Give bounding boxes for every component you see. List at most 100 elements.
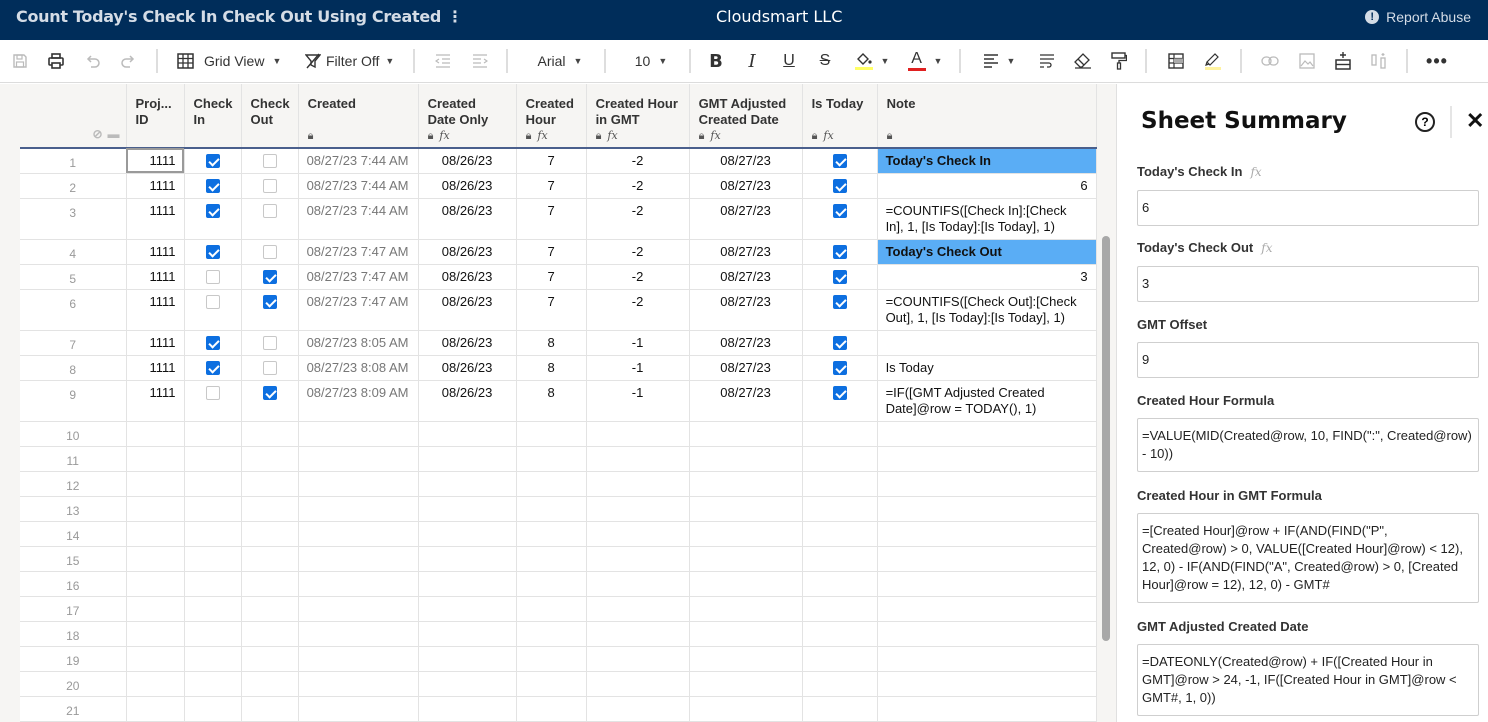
fill-color-button[interactable]: ▼	[850, 40, 894, 82]
empty-cell[interactable]	[877, 471, 1097, 497]
empty-cell[interactable]	[802, 696, 878, 722]
unchecked-checkbox[interactable]	[262, 335, 277, 350]
empty-cell[interactable]	[418, 621, 517, 647]
unchecked-checkbox[interactable]	[262, 154, 277, 168]
empty-cell[interactable]	[586, 446, 690, 472]
cell-note[interactable]: Is Today	[877, 355, 1097, 381]
empty-cell[interactable]	[184, 596, 242, 622]
empty-cell[interactable]	[126, 671, 185, 697]
column-header-created-hour[interactable]: Created Hour 🔒︎ fx	[516, 84, 587, 148]
empty-cell[interactable]	[241, 696, 299, 722]
empty-cell[interactable]	[802, 521, 878, 547]
cell-created-date-only[interactable]: 08/26/23	[418, 380, 517, 422]
cell-note[interactable]: =COUNTIFS([Check In]:[Check In], 1, [Is …	[877, 198, 1097, 240]
checked-checkbox[interactable]	[832, 335, 847, 350]
empty-cell[interactable]	[877, 421, 1097, 447]
cell-check-out[interactable]	[241, 264, 299, 290]
empty-cell[interactable]	[418, 546, 517, 572]
cell-gmt-adjusted-date[interactable]: 08/27/23	[689, 198, 803, 240]
cell-created[interactable]: 08/27/23 7:44 AM	[298, 173, 419, 199]
cell-proj-id[interactable]: 1111	[126, 173, 185, 199]
empty-cell[interactable]	[241, 646, 299, 672]
cell-created-date-only[interactable]: 08/26/23	[418, 148, 517, 174]
empty-cell[interactable]	[241, 496, 299, 522]
checked-checkbox[interactable]	[205, 360, 220, 375]
unchecked-checkbox[interactable]	[205, 269, 220, 284]
empty-cell[interactable]	[184, 546, 242, 572]
empty-cell[interactable]	[877, 621, 1097, 647]
underline-button[interactable]: U	[779, 40, 799, 82]
undo-button[interactable]	[82, 40, 104, 82]
empty-cell[interactable]	[877, 521, 1097, 547]
cell-check-out[interactable]	[241, 239, 299, 265]
cell-note[interactable]: Today's Check Out	[877, 239, 1097, 265]
empty-cell[interactable]	[802, 546, 878, 572]
empty-cell[interactable]	[516, 671, 587, 697]
cell-check-out[interactable]	[241, 173, 299, 199]
cell-check-in[interactable]	[184, 289, 242, 331]
empty-cell[interactable]	[418, 471, 517, 497]
insert-row-button[interactable]	[1333, 40, 1353, 82]
cell-proj-id[interactable]: 1111	[126, 198, 185, 240]
empty-cell[interactable]	[418, 496, 517, 522]
empty-cell[interactable]	[126, 571, 185, 597]
empty-cell[interactable]	[802, 671, 878, 697]
summary-field-value[interactable]: =[Created Hour]@row + IF(AND(FIND("P", C…	[1137, 513, 1479, 603]
checked-checkbox[interactable]	[832, 269, 847, 284]
empty-cell[interactable]	[298, 671, 419, 697]
cell-proj-id[interactable]: 1111	[126, 239, 185, 265]
cell-created-hour[interactable]: 7	[516, 173, 587, 199]
cell-check-in[interactable]	[184, 198, 242, 240]
unchecked-checkbox[interactable]	[262, 360, 277, 375]
empty-cell[interactable]	[689, 671, 803, 697]
checked-checkbox[interactable]	[832, 244, 847, 259]
cell-created-hour[interactable]: 7	[516, 264, 587, 290]
empty-cell[interactable]	[802, 471, 878, 497]
empty-cell[interactable]	[516, 571, 587, 597]
cell-gmt-adjusted-date[interactable]: 08/27/23	[689, 173, 803, 199]
highlight-changes-button[interactable]	[1203, 40, 1223, 82]
cell-check-in[interactable]	[184, 330, 242, 356]
cell-check-in[interactable]	[184, 239, 242, 265]
cell-created-date-only[interactable]: 08/26/23	[418, 355, 517, 381]
checked-checkbox[interactable]	[205, 335, 220, 350]
font-size-select[interactable]: 10 ▼	[628, 40, 674, 82]
cell-is-today[interactable]	[802, 355, 878, 381]
cell-note[interactable]: =COUNTIFS([Check Out]:[Check Out], 1, [I…	[877, 289, 1097, 331]
empty-cell[interactable]	[516, 621, 587, 647]
italic-button[interactable]: I	[742, 40, 762, 82]
empty-cell[interactable]	[586, 521, 690, 547]
cell-created-hour[interactable]: 7	[516, 239, 587, 265]
summary-field-value[interactable]: 9	[1137, 342, 1479, 378]
cell-created-date-only[interactable]: 08/26/23	[418, 239, 517, 265]
cell-created[interactable]: 08/27/23 7:47 AM	[298, 239, 419, 265]
clear-format-button[interactable]	[1073, 40, 1093, 82]
empty-cell[interactable]	[298, 596, 419, 622]
cell-is-today[interactable]	[802, 148, 878, 174]
cell-created[interactable]: 08/27/23 7:44 AM	[298, 148, 419, 174]
cell-is-today[interactable]	[802, 289, 878, 331]
image-button[interactable]	[1297, 40, 1317, 82]
filter-button[interactable]: Filter Off ▼	[305, 40, 397, 82]
text-color-button[interactable]: A ▼	[903, 40, 947, 82]
empty-cell[interactable]	[586, 421, 690, 447]
checked-checkbox[interactable]	[205, 178, 220, 193]
checked-checkbox[interactable]	[262, 294, 277, 309]
cell-check-out[interactable]	[241, 148, 299, 174]
cell-gmt-adjusted-date[interactable]: 08/27/23	[689, 380, 803, 422]
empty-cell[interactable]	[689, 521, 803, 547]
cell-created-hour-gmt[interactable]: -1	[586, 355, 690, 381]
cell-created-hour[interactable]: 8	[516, 330, 587, 356]
summary-field-value[interactable]: 6	[1137, 190, 1479, 226]
empty-cell[interactable]	[877, 671, 1097, 697]
cell-created[interactable]: 08/27/23 8:09 AM	[298, 380, 419, 422]
cell-created-date-only[interactable]: 08/26/23	[418, 289, 517, 331]
empty-cell[interactable]	[241, 521, 299, 547]
cell-note[interactable]	[877, 330, 1097, 356]
empty-cell[interactable]	[418, 571, 517, 597]
cell-created-hour[interactable]: 7	[516, 289, 587, 331]
font-family-select[interactable]: Arial ▼	[530, 40, 590, 82]
view-selector[interactable]: Grid View ▼	[177, 40, 289, 82]
cell-gmt-adjusted-date[interactable]: 08/27/23	[689, 239, 803, 265]
empty-cell[interactable]	[802, 421, 878, 447]
